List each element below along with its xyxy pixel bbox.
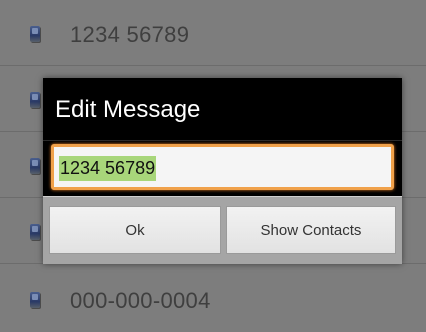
list-item[interactable]: 1234 56789: [0, 0, 426, 66]
contact-card-icon: [30, 158, 40, 174]
dialog-button-bar: Ok Show Contacts: [43, 196, 402, 264]
edit-message-dialog: Edit Message 1234 56789 Ok Show Contacts: [43, 78, 402, 264]
selected-input-text[interactable]: 1234 56789: [59, 156, 157, 181]
show-contacts-button[interactable]: Show Contacts: [226, 206, 396, 254]
contact-card-icon: [30, 26, 40, 42]
title-divider: [43, 140, 402, 141]
contact-card-icon: [30, 92, 40, 108]
message-input[interactable]: 1234 56789: [51, 144, 394, 190]
contact-card-icon: [30, 224, 40, 240]
contact-card-icon: [30, 292, 40, 308]
list-item[interactable]: 000-000-0004: [0, 266, 426, 332]
ok-button[interactable]: Ok: [49, 206, 221, 254]
dialog-title: Edit Message: [55, 96, 201, 123]
contact-number: 000-000-0004: [70, 288, 211, 313]
contact-number: 1234 56789: [70, 22, 190, 47]
